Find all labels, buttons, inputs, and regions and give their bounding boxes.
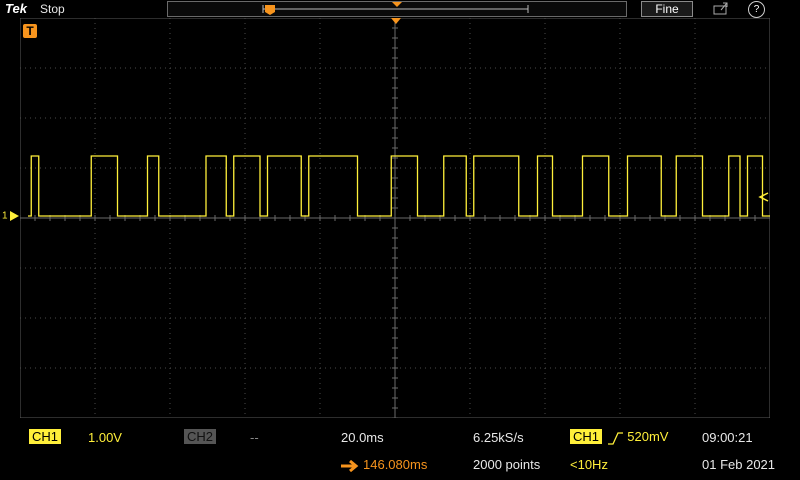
ch1-badge[interactable]: CH1 (29, 429, 62, 444)
waveform-overview-bar[interactable] (167, 1, 627, 17)
ch2-scale: -- (250, 430, 259, 445)
fine-button[interactable]: Fine (641, 1, 693, 17)
horizontal-position-value: 146.080ms (363, 457, 428, 472)
overview-trigger-icon (265, 5, 275, 15)
bottom-status-bar: CH1 1.00V CH2 -- 20.0ms 146.080ms 6.25kS… (0, 420, 800, 480)
waveform-graticule[interactable] (20, 18, 770, 418)
help-icon[interactable]: ? (748, 1, 765, 18)
top-status-bar: Tek Stop Fine ? (0, 0, 800, 18)
run-state-indicator[interactable]: Stop (40, 2, 65, 16)
ch1-scale[interactable]: 1.00V (88, 430, 122, 445)
clock-date: 01 Feb 2021 (702, 457, 776, 472)
trigger-readout[interactable]: CH1 520mV (570, 429, 668, 445)
overview-position-icon (392, 2, 402, 7)
ch1-marker-arrow-icon (10, 211, 20, 221)
ch1-ground-marker[interactable]: 1 (2, 210, 20, 222)
brand-logo: Tek (5, 1, 27, 16)
horizontal-position[interactable]: 146.080ms (341, 457, 427, 472)
rising-edge-icon (607, 431, 623, 445)
clock-time: 09:00:21 (702, 430, 753, 445)
record-length[interactable]: 2000 points (473, 457, 540, 472)
trigger-source-badge: CH1 (570, 429, 603, 444)
overview-graphic (262, 2, 529, 15)
export-icon[interactable] (713, 1, 729, 15)
timebase-scale[interactable]: 20.0ms (341, 430, 384, 445)
trigger-marker-icon: T (23, 24, 37, 38)
trigger-frequency: <10Hz (570, 457, 608, 472)
trigger-level: 520mV (627, 429, 669, 444)
horizontal-position-arrow-icon (341, 459, 359, 472)
ch2-badge[interactable]: CH2 (184, 429, 217, 444)
sample-rate: 6.25kS/s (473, 430, 524, 445)
ch1-marker-label: 1 (2, 210, 8, 222)
